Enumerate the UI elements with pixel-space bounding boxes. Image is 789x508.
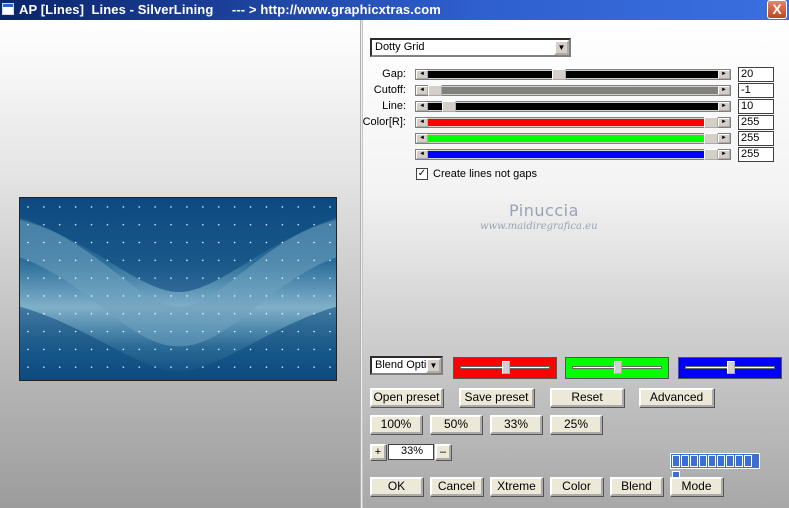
chevron-down-icon[interactable]: ▼ [426,358,441,373]
slider-thumb[interactable] [442,101,456,112]
progress-indicator [670,453,760,483]
blend-button[interactable]: Blend [610,477,663,496]
slider-fill [428,71,718,78]
controls-pane: Dotty Grid ▼ Gap: ◄ ► 20 Cutoff: ◄ ► -1 Line: ◄ ► 1… [363,20,789,508]
slider-track[interactable]: ◄ ► [415,117,731,128]
slider-track[interactable]: ◄ ► [415,133,731,144]
slider-thumb[interactable] [704,149,718,160]
reset-button[interactable]: Reset [550,388,624,407]
arrow-left-icon[interactable]: ◄ [416,150,428,159]
arrow-right-icon[interactable]: ► [718,134,730,143]
progress-segment [744,455,752,467]
slider-track[interactable]: ◄ ► [415,85,731,96]
color-slider[interactable] [565,357,669,379]
slider-value-field[interactable]: 255 [738,147,774,162]
mode-button[interactable]: Mode [670,477,723,496]
slider-thumb[interactable] [704,133,718,144]
color-slider-thumb[interactable] [727,361,735,374]
arrow-left-icon[interactable]: ◄ [416,102,428,111]
progress-segment [681,455,689,467]
progress-segment [672,455,680,467]
watermark-url: www.maidiregrafica.eu [480,221,598,232]
slider-value-field[interactable]: 20 [738,67,774,82]
blend-options-value: Blend Optio [375,359,433,371]
progress-segment [690,455,698,467]
zoom-50-button[interactable]: 50% [430,415,482,434]
arrow-left-icon[interactable]: ◄ [416,134,428,143]
arrow-right-icon[interactable]: ► [718,150,730,159]
slider-label: Line: [382,100,406,112]
preview-pane [0,20,360,508]
preset-select[interactable]: Dotty Grid ▼ [370,38,571,57]
arrow-right-icon[interactable]: ► [718,86,730,95]
zoom-33-button[interactable]: 33% [490,415,542,434]
slider-label: Color[R]: [362,116,406,128]
app-icon [2,3,14,15]
preset-select-value: Dotty Grid [375,41,425,53]
arrow-right-icon[interactable]: ► [718,70,730,79]
arrow-right-icon[interactable]: ► [718,102,730,111]
slider-track[interactable]: ◄ ► [415,101,731,112]
slider-track[interactable]: ◄ ► [415,149,731,160]
ok-button[interactable]: OK [370,477,423,496]
color-slider[interactable] [453,357,557,379]
zoom-100-button[interactable]: 100% [370,415,422,434]
close-button[interactable]: X [767,0,787,19]
slider-value-field[interactable]: 255 [738,131,774,146]
slider-thumb[interactable] [552,69,566,80]
arrow-left-icon[interactable]: ◄ [416,118,428,127]
color-slider-thumb[interactable] [614,361,622,374]
slider-fill [428,151,718,158]
color-slider[interactable] [678,357,782,379]
slider-thumb[interactable] [704,117,718,128]
slider-fill [428,119,718,126]
color-button[interactable]: Color [550,477,603,496]
slider-label: Gap: [382,68,406,80]
blend-options-select[interactable]: Blend Optio ▼ [370,356,443,375]
create-lines-label: Create lines not gaps [433,168,537,180]
preview-image [19,197,337,381]
slider-track[interactable]: ◄ ► [415,69,731,80]
save-preset-button[interactable]: Save preset [459,388,534,407]
arrow-right-icon[interactable]: ► [718,118,730,127]
slider-value-field[interactable]: 255 [738,115,774,130]
cancel-button[interactable]: Cancel [430,477,483,496]
progress-segment [708,455,716,467]
color-slider-thumb[interactable] [502,361,510,374]
zoom-field[interactable]: 33% [388,444,434,460]
progress-segment [699,455,707,467]
zoom-in-button[interactable]: + [370,444,386,460]
slider-thumb[interactable] [428,85,442,96]
slider-label: Cutoff: [373,84,406,96]
open-preset-button[interactable]: Open preset [370,388,443,407]
progress-segment [726,455,734,467]
progress-segment [717,455,725,467]
create-lines-checkbox[interactable]: ✓ [416,168,428,180]
window-title: AP [Lines] Lines - SilverLining --- > ht… [19,2,441,17]
title-bar: AP [Lines] Lines - SilverLining --- > ht… [0,0,789,20]
slider-fill [428,135,718,142]
progress-segment [735,455,743,467]
arrow-left-icon[interactable]: ◄ [416,70,428,79]
slider-fill [428,103,718,110]
zoom-25-button[interactable]: 25% [550,415,602,434]
slider-value-field[interactable]: 10 [738,99,774,114]
slider-fill [428,87,718,94]
slider-value-field[interactable]: -1 [738,83,774,98]
check-icon: ✓ [417,168,427,179]
watermark-name: Pinuccia [509,201,579,220]
zoom-out-button[interactable]: – [435,444,451,460]
xtreme-button[interactable]: Xtreme [490,477,543,496]
chevron-down-icon[interactable]: ▼ [554,40,569,55]
advanced-button[interactable]: Advanced [639,388,714,407]
arrow-left-icon[interactable]: ◄ [416,86,428,95]
